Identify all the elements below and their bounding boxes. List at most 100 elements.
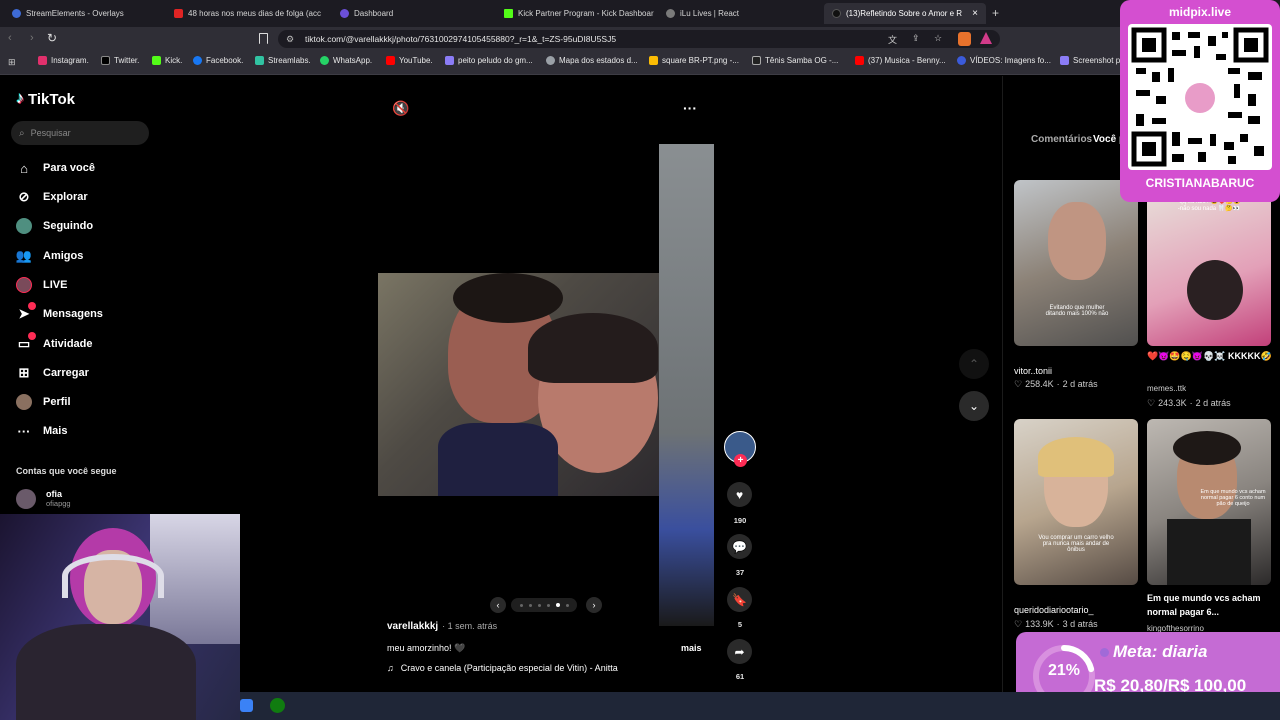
next-photo-preview[interactable] [659, 144, 714, 626]
follow-plus-icon[interactable]: + [734, 454, 747, 467]
bookmark-mapa[interactable]: Mapa dos estados d... [546, 56, 638, 65]
tiktok-logo[interactable]: ♪ TikTok [16, 90, 75, 108]
bookmark-musica[interactable]: (37) Musica - Benny... [855, 56, 946, 65]
back-arrow-icon[interactable]: ‹ [8, 32, 12, 44]
qr-code [1128, 24, 1272, 170]
address-bar[interactable]: ⚙ tiktok.com/@varellakkkj/photo/76310029… [278, 30, 1000, 48]
like-button[interactable]: ♥ [727, 482, 752, 507]
bookmark-whatsapp[interactable]: WhatsApp. [320, 56, 372, 65]
video-user-2[interactable]: memes..ttk [1147, 384, 1186, 393]
bookmark-videos[interactable]: VÍDEOS: Imagens fo... [957, 56, 1051, 65]
share-icon[interactable]: ⇪ [912, 33, 920, 44]
bookmark-square[interactable]: square BR-PT.png -... [649, 56, 739, 65]
close-icon[interactable]: × [972, 8, 978, 19]
mute-icon[interactable]: 🔇 [392, 100, 409, 117]
tab-streamelements[interactable]: StreamElements - Overlays [4, 3, 166, 24]
photo-hair-right [528, 313, 658, 383]
app-icon[interactable] [240, 699, 253, 712]
carousel-dot[interactable] [546, 603, 550, 607]
video-user-1[interactable]: vitor..tonii [1014, 366, 1052, 376]
webcam-body [16, 624, 196, 720]
video-thumb-2[interactable]: -qq eu falo? 😂❤️🤔😍 -não sou nada 🦷🤔👀 [1147, 180, 1271, 346]
webcam-overlay [0, 514, 240, 720]
video-title-2[interactable]: ❤️😈🤩🤤😈💀☠️ KKKKK🤣😂😂... [1147, 351, 1271, 362]
video-user-3[interactable]: queridodiariootario_ [1014, 605, 1094, 615]
nav-perfil[interactable]: Perfil [16, 394, 71, 410]
video-thumb-4[interactable]: Em que mundo vcs acham normal pagar 6 co… [1147, 419, 1271, 585]
nav-explorar[interactable]: ⊘ Explorar [16, 189, 88, 205]
translate-icon[interactable]: 文 [888, 33, 897, 46]
brave-rewards-icon[interactable] [980, 32, 992, 44]
tab-youtube-video[interactable]: 48 horas nos meus dias de folga (acc [166, 3, 330, 24]
tab-ilu-lives[interactable]: iLu Lives | React [658, 3, 822, 24]
nav-live[interactable]: LIVE [16, 277, 67, 293]
like-count: 190 [733, 516, 747, 525]
bookmark-streamlabs[interactable]: Streamlabs. [255, 56, 311, 65]
streamlabs-icon [255, 56, 264, 65]
bookmark-page-icon[interactable] [259, 33, 268, 44]
post-photo[interactable] [378, 273, 659, 496]
site-settings-icon[interactable]: ⚙ [286, 34, 294, 45]
scroll-up-button[interactable]: ⌃ [959, 349, 989, 379]
tab-label: StreamElements - Overlays [26, 9, 124, 18]
video-title-4[interactable]: Em que mundo vcs acham normal pagar 6... [1147, 591, 1277, 619]
video-thumb-3[interactable]: Vou comprar um carro velho pra nunca mai… [1014, 419, 1138, 585]
carousel-next-button[interactable]: › [586, 597, 602, 613]
reload-icon[interactable]: ↻ [47, 31, 57, 45]
comment-button[interactable]: 💬 [727, 534, 752, 559]
carousel-dot-active[interactable] [555, 603, 560, 607]
carousel-dot[interactable] [565, 603, 569, 607]
following-account[interactable]: ofia ofiapgg [16, 489, 71, 509]
bookmark-peito[interactable]: peito peludo do gm... [445, 56, 533, 65]
bookmark-kick[interactable]: Kick. [152, 56, 182, 65]
bookmark-tenis[interactable]: Tênis Samba OG -... [752, 56, 838, 65]
nav-mais[interactable]: ··· Mais [16, 423, 68, 439]
tab-kick-partner[interactable]: Kick Partner Program - Kick Dashboar [496, 3, 656, 24]
post-music[interactable]: ♫ Cravo e canela (Participação especial … [387, 663, 618, 673]
save-button[interactable]: 🔖 [727, 587, 752, 612]
video-thumb-1[interactable]: Evitando que mulher ditando mais 100% nã… [1014, 180, 1138, 346]
nav-amigos[interactable]: 👥 Amigos [16, 248, 83, 264]
carousel-prev-button[interactable]: ‹ [490, 597, 506, 613]
bookmark-twitter[interactable]: Twitter. [101, 56, 139, 65]
tab-label: Dashboard [354, 9, 394, 18]
bookmark-instagram[interactable]: Instagram. [38, 56, 89, 65]
tab-dashboard[interactable]: Dashboard [332, 3, 494, 24]
whatsapp-icon [320, 56, 329, 65]
xbox-icon[interactable] [270, 698, 285, 713]
video-stats-1: ♡ 258.4K · 2 d atrás [1014, 379, 1098, 389]
carousel-dot[interactable] [537, 603, 541, 607]
chevron-left-icon: ‹ [496, 600, 500, 610]
music-note-icon: ♫ [387, 663, 394, 673]
tab-tiktok-active[interactable]: (13)Refletindo Sobre o Amor e R × [824, 3, 986, 24]
thumb-subject [1187, 260, 1243, 320]
nav-atividade[interactable]: ▭ Atividade [16, 332, 93, 352]
forward-arrow-icon[interactable]: › [30, 32, 34, 44]
star-icon[interactable]: ☆ [934, 33, 942, 44]
bookmark-youtube[interactable]: YouTube. [386, 56, 433, 65]
tab-comentarios[interactable]: Comentários [1031, 134, 1092, 145]
nav-mensagens[interactable]: ➤ Mensagens [16, 302, 103, 322]
post-viewer: 🔇 ··· ‹ › varellakkkj · 1 sem. atrás meu… [165, 76, 1002, 692]
tiktok-tab-icon [832, 9, 841, 18]
carousel-dots[interactable] [511, 598, 577, 612]
nav-carregar[interactable]: ⊞ Carregar [16, 365, 89, 381]
apps-grid-icon[interactable]: ⊞ [8, 57, 16, 68]
more-options-icon[interactable]: ··· [683, 100, 697, 116]
brave-shield-icon[interactable] [958, 32, 971, 46]
share-arrow-icon: ➦ [734, 644, 745, 659]
nav-seguindo[interactable]: Seguindo [16, 218, 93, 234]
qr-title: midpix.live [1168, 5, 1232, 19]
carousel-dot[interactable] [519, 603, 523, 607]
bookmark-facebook[interactable]: Facebook. [193, 56, 243, 65]
share-button[interactable]: ➦ [727, 639, 752, 664]
video-stats-3: ♡ 133.9K · 3 d atrás [1014, 619, 1098, 629]
nav-para-voce[interactable]: ⌂ Para você [16, 160, 95, 176]
scroll-down-button[interactable]: ⌄ [959, 391, 989, 421]
post-author[interactable]: varellakkkj [387, 621, 438, 632]
search-input[interactable]: ⌕ Pesquisar [11, 121, 149, 145]
carousel-dot[interactable] [528, 603, 532, 607]
new-tab-button[interactable]: + [992, 6, 999, 20]
post-more-link[interactable]: mais [681, 643, 702, 653]
bookmark-screenshot[interactable]: Screenshot p [1060, 56, 1120, 65]
